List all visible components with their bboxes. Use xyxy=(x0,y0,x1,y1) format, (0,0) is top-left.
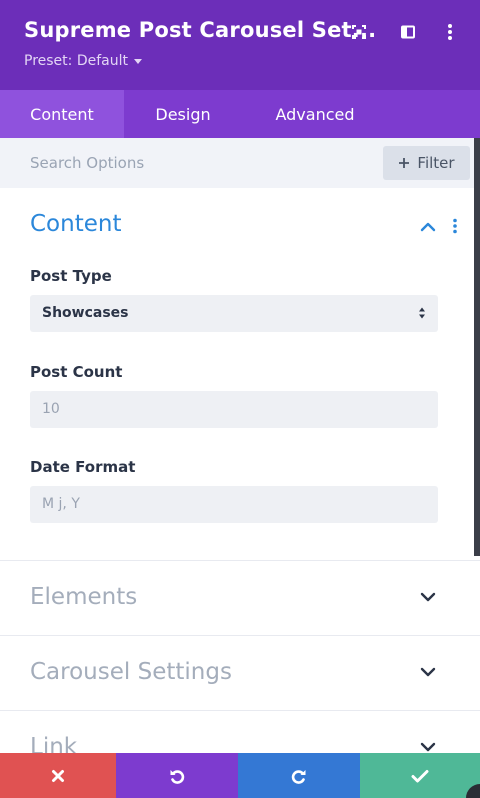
tab-label: Content xyxy=(30,104,94,124)
tab-content[interactable]: Content xyxy=(0,90,124,138)
post-count-label: Post Count xyxy=(30,363,123,381)
preset-selector[interactable]: Preset: Default xyxy=(24,53,142,69)
date-format-value: M j, Y xyxy=(42,496,80,512)
search-input[interactable]: Search Options xyxy=(30,154,144,172)
undo-icon xyxy=(170,769,185,784)
chevron-up-icon[interactable] xyxy=(419,218,437,237)
section-title-carousel-settings: Carousel Settings xyxy=(30,659,232,685)
post-type-label: Post Type xyxy=(30,267,112,285)
post-count-input[interactable]: 10 xyxy=(30,391,438,428)
filter-label: Filter xyxy=(417,154,455,172)
redo-icon xyxy=(291,769,306,784)
tab-advanced[interactable]: Advanced xyxy=(242,90,388,138)
modal-header: Supreme Post Carousel Set... Preset: Def… xyxy=(0,0,480,90)
section-title-elements: Elements xyxy=(30,584,138,610)
post-type-select[interactable]: Showcases xyxy=(30,295,438,332)
chevron-down-icon xyxy=(420,592,436,602)
post-type-value: Showcases xyxy=(42,305,129,321)
undo-button[interactable] xyxy=(116,753,238,798)
caret-down-icon xyxy=(133,58,142,64)
section-more-icon[interactable] xyxy=(452,218,458,238)
section-elements[interactable]: Elements xyxy=(0,560,480,635)
tab-label: Advanced xyxy=(275,104,355,124)
action-bar xyxy=(0,753,480,798)
tab-design[interactable]: Design xyxy=(124,90,242,138)
checkmark-icon xyxy=(411,769,429,782)
discard-button[interactable] xyxy=(0,753,116,798)
filter-button[interactable]: Filter xyxy=(383,146,470,180)
settings-tabs: Content Design Advanced xyxy=(0,90,480,138)
scrollbar[interactable] xyxy=(474,138,480,556)
preset-label: Preset: Default xyxy=(24,53,128,69)
focus-mode-icon[interactable] xyxy=(347,20,371,44)
close-icon xyxy=(52,769,64,782)
date-format-input[interactable]: M j, Y xyxy=(30,486,438,523)
search-options-bar: Search Options Filter xyxy=(0,138,480,188)
tab-label: Design xyxy=(155,104,211,124)
plus-icon xyxy=(399,158,410,168)
save-button[interactable] xyxy=(360,753,480,798)
post-count-value: 10 xyxy=(42,401,60,417)
chevron-down-icon xyxy=(420,667,436,677)
section-carousel-settings[interactable]: Carousel Settings xyxy=(0,635,480,710)
more-vertical-icon[interactable] xyxy=(438,20,462,44)
module-title: Supreme Post Carousel Set... xyxy=(24,18,377,42)
redo-button[interactable] xyxy=(238,753,360,798)
date-format-label: Date Format xyxy=(30,458,136,476)
select-arrows-icon xyxy=(419,307,425,319)
sidebar-layout-icon[interactable] xyxy=(396,20,420,44)
section-title-content[interactable]: Content xyxy=(30,211,121,237)
chevron-down-icon xyxy=(420,742,436,752)
